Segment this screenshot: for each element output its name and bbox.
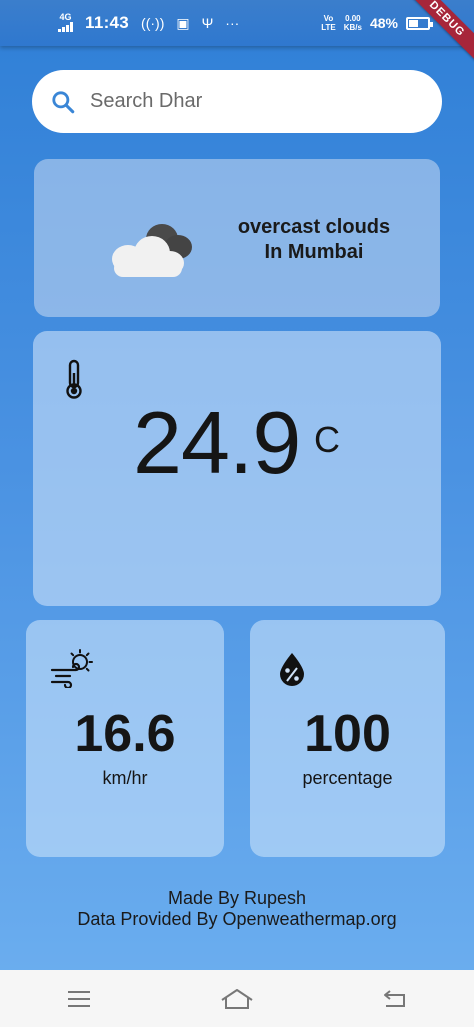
more-notifications-icon: ···	[225, 15, 240, 31]
humidity-drop-icon	[280, 653, 304, 686]
humidity-card: 100 percentage	[250, 620, 445, 857]
temperature-unit: C	[314, 419, 340, 460]
temperature-value: 24.9	[133, 393, 301, 492]
temperature-card: 24.9 C	[33, 331, 441, 606]
thermometer-icon	[66, 359, 82, 399]
network-speed: 0.00 KB/s	[344, 14, 362, 32]
navigation-bar	[0, 970, 474, 1027]
footer: Made By Rupesh Data Provided By Openweat…	[0, 888, 474, 930]
status-bar: 4G 11:43 ((·)) ▣ Ψ ··· Vo LTE 0.00 KB/s …	[0, 0, 474, 46]
condition-description: overcast clouds	[237, 216, 391, 238]
battery-percent: 48%	[369, 15, 398, 31]
volte-top: Vo	[323, 14, 334, 23]
speed-value: 0.00	[345, 14, 361, 23]
battery-icon	[406, 16, 433, 30]
speed-unit: KB/s	[343, 23, 362, 32]
wind-card: 16.6 km/hr	[26, 620, 224, 857]
status-right: Vo LTE 0.00 KB/s 48%	[321, 14, 433, 32]
footer-credit: Made By Rupesh	[167, 888, 307, 908]
wind-speed-value: 16.6	[74, 705, 176, 763]
home-button[interactable]	[207, 979, 267, 1019]
hotspot-icon: ((·))	[141, 15, 165, 31]
search-icon[interactable]	[50, 89, 76, 115]
home-icon[interactable]	[220, 988, 254, 1010]
humidity-value: 100	[304, 705, 391, 763]
nfc-icon: ▣	[176, 14, 190, 31]
status-left: 4G 11:43 ((·)) ▣ Ψ ···	[58, 12, 239, 34]
signal-icon	[58, 22, 73, 32]
menu-icon[interactable]	[67, 990, 91, 1008]
volte-indicator: Vo LTE	[321, 14, 336, 32]
status-time: 11:43	[85, 13, 130, 32]
network-indicator: 4G	[58, 12, 73, 34]
menu-button[interactable]	[49, 979, 109, 1019]
back-button[interactable]	[365, 979, 425, 1019]
battery-fill	[409, 19, 418, 27]
network-type: 4G	[59, 12, 72, 22]
wind-speed-unit: km/hr	[102, 768, 148, 788]
cloud-icon	[112, 224, 192, 277]
back-icon[interactable]	[382, 989, 408, 1009]
usb-icon: Ψ	[201, 15, 214, 31]
search-input[interactable]	[90, 90, 390, 113]
humidity-unit: percentage	[302, 768, 393, 788]
wind-icon	[50, 649, 93, 688]
condition-card: overcast clouds In Mumbai	[34, 159, 440, 317]
footer-provider: Data Provided By Openweathermap.org	[77, 909, 397, 929]
volte-bottom: LTE	[321, 23, 336, 32]
condition-location: In Mumbai	[264, 241, 364, 263]
condition-text: overcast clouds In Mumbai	[214, 215, 414, 265]
search-bar[interactable]	[32, 70, 442, 133]
